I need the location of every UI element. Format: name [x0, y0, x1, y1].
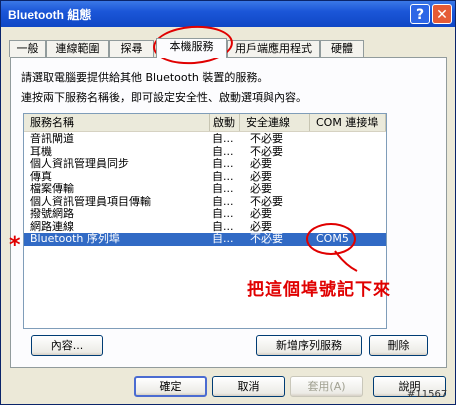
service-start: 自... — [212, 233, 234, 245]
header-com-port[interactable]: COM 連接埠 — [310, 114, 386, 131]
service-secure: 不必要 — [250, 133, 283, 145]
service-start: 自... — [212, 220, 234, 233]
service-name: 傳真 — [30, 170, 52, 183]
table-row[interactable]: 音訊閘道 自... 不必要 — [24, 133, 386, 146]
service-start: 自... — [212, 195, 234, 208]
table-row[interactable]: 耳機 自... 不必要 — [24, 146, 386, 159]
service-start: 自... — [212, 208, 234, 220]
service-name: 網路連線 — [30, 220, 74, 233]
service-start: 自... — [212, 133, 234, 145]
service-name: 音訊閘道 — [30, 133, 74, 145]
table-row[interactable]: 傳真 自... 必要 — [24, 171, 386, 184]
watermark: #11567 — [407, 389, 448, 400]
service-secure: 必要 — [250, 220, 272, 233]
help-icon[interactable]: ? — [410, 4, 430, 24]
service-secure: 不必要 — [250, 233, 283, 245]
service-secure: 必要 — [250, 158, 272, 170]
service-start: 自... — [212, 158, 234, 170]
apply-button[interactable]: 套用(A) — [290, 376, 363, 397]
window-title: Bluetooth 組態 — [8, 8, 92, 22]
tab-client-apps[interactable]: 用戶端應用程式 — [227, 40, 320, 57]
properties-button[interactable]: 內容... — [31, 335, 103, 356]
service-name: 個人資訊管理員項目傳輸 — [30, 195, 151, 208]
service-name: Bluetooth 序列埠 — [30, 233, 120, 245]
list-header: 服務名稱 啟動 安全連線 COM 連接埠 — [24, 114, 386, 132]
add-serial-service-button[interactable]: 新增序列服務 — [256, 335, 362, 356]
service-name: 撥號網路 — [30, 208, 74, 220]
service-start: 自... — [212, 145, 234, 158]
header-start[interactable]: 啟動 — [210, 114, 240, 131]
tab-general[interactable]: 一般 — [9, 40, 46, 57]
description-line-1: 請選取電腦要提供給其他 Bluetooth 裝置的服務。 — [21, 71, 269, 84]
service-name: 個人資訊管理員同步 — [30, 158, 129, 170]
description-line-2: 連按兩下服務名稱後，即可設定安全性、啟動選項與內容。 — [21, 91, 307, 104]
service-name: 耳機 — [30, 145, 52, 158]
close-icon[interactable]: ✕ — [432, 4, 452, 24]
table-row[interactable]: 檔案傳輸 自... 必要 — [24, 183, 386, 196]
service-start: 自... — [212, 183, 234, 195]
ok-button[interactable]: 確定 — [134, 376, 207, 397]
service-secure: 必要 — [250, 170, 272, 183]
service-secure: 不必要 — [250, 145, 283, 158]
tab-range[interactable]: 連線範圍 — [46, 40, 109, 57]
cancel-button[interactable]: 取消 — [212, 376, 285, 397]
remove-button[interactable]: 刪除 — [369, 335, 428, 356]
annotation-note: 把這個埠號記下來 — [247, 280, 391, 300]
annotation-star: * — [9, 233, 21, 258]
service-start: 自... — [212, 170, 234, 183]
bluetooth-config-window: Bluetooth 組態 ? ✕ 一般 連線範圍 探尋 本機服務 用戶端應用程式… — [0, 0, 456, 405]
service-secure: 必要 — [250, 208, 272, 220]
title-bar[interactable]: Bluetooth 組態 ? ✕ — [1, 1, 455, 27]
annotation-tail — [334, 250, 358, 272]
tab-local-services[interactable]: 本機服務 — [156, 38, 227, 58]
header-secure[interactable]: 安全連線 — [240, 114, 310, 131]
table-row[interactable]: 撥號網路 自... 必要 — [24, 208, 386, 221]
header-service-name[interactable]: 服務名稱 — [24, 114, 210, 131]
tab-hardware[interactable]: 硬體 — [320, 40, 364, 57]
service-secure: 不必要 — [250, 195, 283, 208]
service-secure: 必要 — [250, 183, 272, 195]
table-row[interactable]: 個人資訊管理員項目傳輸 自... 不必要 — [24, 196, 386, 209]
table-row[interactable]: 個人資訊管理員同步 自... 必要 — [24, 158, 386, 171]
service-name: 檔案傳輸 — [30, 183, 74, 195]
tab-discovery[interactable]: 探尋 — [109, 40, 154, 57]
